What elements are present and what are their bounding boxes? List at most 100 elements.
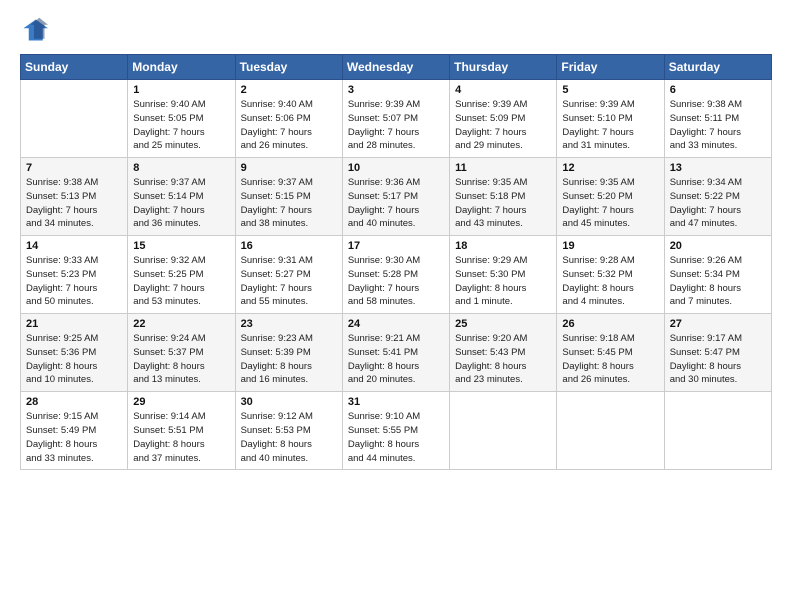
day-info: Sunrise: 9:18 AM Sunset: 5:45 PM Dayligh… xyxy=(562,332,658,387)
day-info: Sunrise: 9:38 AM Sunset: 5:13 PM Dayligh… xyxy=(26,176,122,231)
calendar-cell: 30 Sunrise: 9:12 AM Sunset: 5:53 PM Dayli… xyxy=(235,392,342,470)
calendar-body: 1Sunrise: 9:40 AM Sunset: 5:05 PM Daylig… xyxy=(21,80,772,470)
calendar-cell: 25 Sunrise: 9:20 AM Sunset: 5:43 PM Dayli… xyxy=(450,314,557,392)
day-number: 21 xyxy=(26,318,122,330)
calendar-cell: 18 Sunrise: 9:29 AM Sunset: 5:30 PM Dayli… xyxy=(450,236,557,314)
calendar-cell: 11 Sunrise: 9:35 AM Sunset: 5:18 PM Dayli… xyxy=(450,158,557,236)
day-number: 9 xyxy=(241,162,337,174)
calendar-cell: 7 Sunrise: 9:38 AM Sunset: 5:13 PM Daylig… xyxy=(21,158,128,236)
calendar-cell: 22Sunrise: 9:24 AM Sunset: 5:37 PM Dayli… xyxy=(128,314,235,392)
calendar-cell: 19 Sunrise: 9:28 AM Sunset: 5:32 PM Dayli… xyxy=(557,236,664,314)
calendar-cell: 6Sunrise: 9:38 AM Sunset: 5:11 PM Daylig… xyxy=(664,80,771,158)
day-info: Sunrise: 9:26 AM Sunset: 5:34 PM Dayligh… xyxy=(670,254,766,309)
calendar-cell: 29 Sunrise: 9:14 AM Sunset: 5:51 PM Dayli… xyxy=(128,392,235,470)
day-number: 18 xyxy=(455,240,551,252)
logo xyxy=(20,16,52,44)
day-number: 28 xyxy=(26,396,122,408)
day-number: 27 xyxy=(670,318,766,330)
day-number: 1 xyxy=(133,84,229,96)
day-number: 5 xyxy=(562,84,658,96)
day-number: 11 xyxy=(455,162,551,174)
day-number: 25 xyxy=(455,318,551,330)
calendar-cell: 17Sunrise: 9:30 AM Sunset: 5:28 PM Dayli… xyxy=(342,236,449,314)
day-info: Sunrise: 9:35 AM Sunset: 5:20 PM Dayligh… xyxy=(562,176,658,231)
calendar-header-row: SundayMondayTuesdayWednesdayThursdayFrid… xyxy=(21,55,772,80)
calendar-cell: 23 Sunrise: 9:23 AM Sunset: 5:39 PM Dayli… xyxy=(235,314,342,392)
day-number: 30 xyxy=(241,396,337,408)
day-info: Sunrise: 9:10 AM Sunset: 5:55 PM Dayligh… xyxy=(348,410,444,465)
header xyxy=(20,16,772,44)
day-number: 8 xyxy=(133,162,229,174)
calendar-week-row: 14Sunrise: 9:33 AM Sunset: 5:23 PM Dayli… xyxy=(21,236,772,314)
calendar-cell: 14Sunrise: 9:33 AM Sunset: 5:23 PM Dayli… xyxy=(21,236,128,314)
calendar-cell: 3 Sunrise: 9:39 AM Sunset: 5:07 PM Daylig… xyxy=(342,80,449,158)
day-info: Sunrise: 9:20 AM Sunset: 5:43 PM Dayligh… xyxy=(455,332,551,387)
day-info: Sunrise: 9:39 AM Sunset: 5:07 PM Dayligh… xyxy=(348,98,444,153)
day-info: Sunrise: 9:37 AM Sunset: 5:14 PM Dayligh… xyxy=(133,176,229,231)
calendar-cell: 4 Sunrise: 9:39 AM Sunset: 5:09 PM Daylig… xyxy=(450,80,557,158)
day-info: Sunrise: 9:39 AM Sunset: 5:09 PM Dayligh… xyxy=(455,98,551,153)
calendar-header-sunday: Sunday xyxy=(21,55,128,80)
day-info: Sunrise: 9:38 AM Sunset: 5:11 PM Dayligh… xyxy=(670,98,766,153)
day-info: Sunrise: 9:17 AM Sunset: 5:47 PM Dayligh… xyxy=(670,332,766,387)
day-number: 26 xyxy=(562,318,658,330)
calendar-cell: 2 Sunrise: 9:40 AM Sunset: 5:06 PM Daylig… xyxy=(235,80,342,158)
day-number: 24 xyxy=(348,318,444,330)
calendar-table: SundayMondayTuesdayWednesdayThursdayFrid… xyxy=(20,54,772,470)
day-info: Sunrise: 9:36 AM Sunset: 5:17 PM Dayligh… xyxy=(348,176,444,231)
day-number: 19 xyxy=(562,240,658,252)
calendar-header-tuesday: Tuesday xyxy=(235,55,342,80)
day-info: Sunrise: 9:12 AM Sunset: 5:53 PM Dayligh… xyxy=(241,410,337,465)
calendar-cell: 28Sunrise: 9:15 AM Sunset: 5:49 PM Dayli… xyxy=(21,392,128,470)
day-number: 12 xyxy=(562,162,658,174)
day-info: Sunrise: 9:24 AM Sunset: 5:37 PM Dayligh… xyxy=(133,332,229,387)
day-info: Sunrise: 9:37 AM Sunset: 5:15 PM Dayligh… xyxy=(241,176,337,231)
calendar-header-monday: Monday xyxy=(128,55,235,80)
calendar-week-row: 28Sunrise: 9:15 AM Sunset: 5:49 PM Dayli… xyxy=(21,392,772,470)
page: SundayMondayTuesdayWednesdayThursdayFrid… xyxy=(0,0,792,612)
calendar-header-thursday: Thursday xyxy=(450,55,557,80)
calendar-cell: 27 Sunrise: 9:17 AM Sunset: 5:47 PM Dayli… xyxy=(664,314,771,392)
calendar-cell xyxy=(557,392,664,470)
day-number: 15 xyxy=(133,240,229,252)
calendar-cell: 9 Sunrise: 9:37 AM Sunset: 5:15 PM Daylig… xyxy=(235,158,342,236)
day-info: Sunrise: 9:23 AM Sunset: 5:39 PM Dayligh… xyxy=(241,332,337,387)
day-number: 29 xyxy=(133,396,229,408)
calendar-cell: 31Sunrise: 9:10 AM Sunset: 5:55 PM Dayli… xyxy=(342,392,449,470)
logo-icon xyxy=(20,16,48,44)
calendar-cell: 10 Sunrise: 9:36 AM Sunset: 5:17 PM Dayli… xyxy=(342,158,449,236)
calendar-header-saturday: Saturday xyxy=(664,55,771,80)
calendar-cell: 24 Sunrise: 9:21 AM Sunset: 5:41 PM Dayli… xyxy=(342,314,449,392)
day-info: Sunrise: 9:30 AM Sunset: 5:28 PM Dayligh… xyxy=(348,254,444,309)
day-info: Sunrise: 9:40 AM Sunset: 5:06 PM Dayligh… xyxy=(241,98,337,153)
day-info: Sunrise: 9:28 AM Sunset: 5:32 PM Dayligh… xyxy=(562,254,658,309)
day-info: Sunrise: 9:31 AM Sunset: 5:27 PM Dayligh… xyxy=(241,254,337,309)
day-info: Sunrise: 9:35 AM Sunset: 5:18 PM Dayligh… xyxy=(455,176,551,231)
day-number: 23 xyxy=(241,318,337,330)
calendar-cell: 15 Sunrise: 9:32 AM Sunset: 5:25 PM Dayli… xyxy=(128,236,235,314)
day-number: 3 xyxy=(348,84,444,96)
day-number: 7 xyxy=(26,162,122,174)
calendar-header-wednesday: Wednesday xyxy=(342,55,449,80)
calendar-cell: 13Sunrise: 9:34 AM Sunset: 5:22 PM Dayli… xyxy=(664,158,771,236)
day-number: 10 xyxy=(348,162,444,174)
day-number: 2 xyxy=(241,84,337,96)
calendar-week-row: 7 Sunrise: 9:38 AM Sunset: 5:13 PM Daylig… xyxy=(21,158,772,236)
day-info: Sunrise: 9:21 AM Sunset: 5:41 PM Dayligh… xyxy=(348,332,444,387)
day-number: 20 xyxy=(670,240,766,252)
calendar-cell: 21 Sunrise: 9:25 AM Sunset: 5:36 PM Dayli… xyxy=(21,314,128,392)
calendar-cell: 12 Sunrise: 9:35 AM Sunset: 5:20 PM Dayli… xyxy=(557,158,664,236)
calendar-cell xyxy=(664,392,771,470)
day-number: 4 xyxy=(455,84,551,96)
day-number: 13 xyxy=(670,162,766,174)
day-info: Sunrise: 9:33 AM Sunset: 5:23 PM Dayligh… xyxy=(26,254,122,309)
calendar-cell xyxy=(21,80,128,158)
day-info: Sunrise: 9:14 AM Sunset: 5:51 PM Dayligh… xyxy=(133,410,229,465)
calendar-cell: 20 Sunrise: 9:26 AM Sunset: 5:34 PM Dayli… xyxy=(664,236,771,314)
day-info: Sunrise: 9:25 AM Sunset: 5:36 PM Dayligh… xyxy=(26,332,122,387)
day-number: 16 xyxy=(241,240,337,252)
day-info: Sunrise: 9:29 AM Sunset: 5:30 PM Dayligh… xyxy=(455,254,551,309)
day-info: Sunrise: 9:39 AM Sunset: 5:10 PM Dayligh… xyxy=(562,98,658,153)
day-info: Sunrise: 9:32 AM Sunset: 5:25 PM Dayligh… xyxy=(133,254,229,309)
calendar-cell: 26 Sunrise: 9:18 AM Sunset: 5:45 PM Dayli… xyxy=(557,314,664,392)
